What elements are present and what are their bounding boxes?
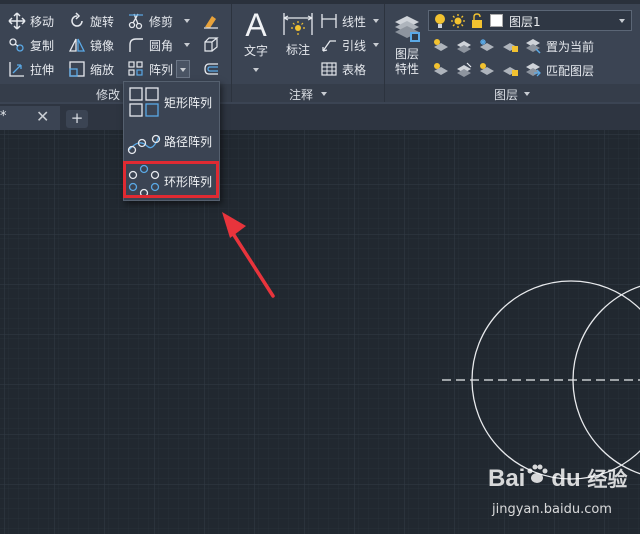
match-layer-button[interactable]: 匹配图层	[524, 59, 594, 81]
rotate-button[interactable]: 旋转	[68, 10, 114, 32]
unsaved-marker: *	[0, 109, 7, 124]
path-array-item[interactable]: 路径阵列	[124, 122, 219, 160]
layer-on-icon[interactable]	[432, 61, 450, 79]
layer-tools-row-2	[432, 61, 519, 79]
annotation-panel-title[interactable]: 注释	[289, 86, 313, 103]
array-dropdown-toggle[interactable]	[176, 60, 190, 78]
rotate-icon	[68, 12, 86, 30]
ribbon: 移动 旋转 修剪 复制 镜像 圆角 拉伸 缩放 阵列 修改 A 文字 标注 线性…	[0, 0, 640, 104]
layer-dropdown[interactable]: 图层1	[428, 10, 632, 31]
trim-scissors-icon	[127, 12, 145, 30]
close-tab-icon[interactable]: ✕	[36, 107, 49, 126]
stretch-icon	[8, 60, 26, 78]
set-current-layer-button[interactable]: 置为当前	[524, 35, 594, 57]
annotation-panel-caret[interactable]	[321, 92, 327, 96]
explode-button[interactable]	[202, 34, 224, 56]
linear-dropdown-caret[interactable]	[373, 19, 379, 23]
sun-freeze-icon	[450, 13, 466, 33]
layer-color-swatch	[490, 14, 503, 27]
current-layer-name: 图层1	[509, 15, 541, 29]
trim-button[interactable]: 修剪	[127, 10, 173, 32]
scale-icon	[68, 60, 86, 78]
watermark-url: jingyan.baidu.com	[492, 502, 612, 517]
autocad-window: 移动 旋转 修剪 复制 镜像 圆角 拉伸 缩放 阵列 修改 A 文字 标注 线性…	[0, 0, 640, 534]
light-bulb-icon	[433, 13, 447, 33]
offset-button[interactable]	[202, 58, 224, 80]
layer-thaw-icon[interactable]	[478, 61, 496, 79]
paw-icon	[525, 462, 551, 493]
layer-lock-icon[interactable]	[501, 37, 519, 55]
text-dropdown-caret	[253, 68, 259, 72]
path-array-icon	[127, 134, 161, 155]
layer-properties-button[interactable]: 图层 特性	[390, 10, 424, 77]
copy-button[interactable]: 复制	[8, 34, 54, 56]
layer-unlock-icon[interactable]	[501, 61, 519, 79]
move-icon	[8, 12, 26, 30]
layer-dropdown-caret	[619, 19, 625, 23]
leader-button[interactable]: 引线	[320, 34, 366, 56]
text-a-icon: A	[245, 7, 267, 43]
modify-panel-title[interactable]: 修改	[96, 86, 120, 103]
array-dropdown-caret	[180, 68, 186, 72]
array-button[interactable]: 阵列	[127, 58, 173, 80]
linear-dimension-button[interactable]: 线性	[320, 10, 366, 32]
match-layer-icon	[524, 61, 542, 79]
explode-cube-icon	[202, 36, 220, 54]
table-icon	[320, 60, 338, 78]
polar-array-highlight-box	[123, 161, 219, 198]
new-tab-button[interactable]: +	[66, 110, 88, 128]
layer-isolate-icon[interactable]	[455, 37, 473, 55]
dimension-button[interactable]: 标注	[280, 10, 316, 58]
mirror-icon	[68, 36, 86, 54]
set-current-layer-icon	[524, 37, 542, 55]
fillet-dropdown-caret[interactable]	[184, 43, 190, 47]
stretch-button[interactable]: 拉伸	[8, 58, 54, 80]
watermark-product: 经验	[587, 469, 628, 491]
table-button[interactable]: 表格	[320, 58, 366, 80]
layer-properties-icon	[395, 16, 420, 42]
dimension-icon	[283, 13, 313, 35]
erase-button[interactable]	[202, 10, 224, 32]
eraser-icon	[202, 12, 220, 30]
scale-button[interactable]: 缩放	[68, 58, 114, 80]
trim-dropdown-caret[interactable]	[184, 19, 190, 23]
layer-unisolate-icon[interactable]	[455, 61, 473, 79]
mirror-button[interactable]: 镜像	[68, 34, 114, 56]
rectangular-array-item[interactable]: 矩形阵列	[124, 83, 219, 121]
layers-panel-caret[interactable]	[524, 92, 530, 96]
ribbon-top-border	[0, 0, 640, 4]
unlock-icon	[470, 13, 484, 33]
offset-icon	[202, 60, 220, 78]
move-button[interactable]: 移动	[8, 10, 54, 32]
watermark-brand-2: du	[551, 465, 581, 492]
leader-dropdown-caret[interactable]	[373, 43, 379, 47]
layer-freeze-icon[interactable]	[478, 37, 496, 55]
layer-off-icon[interactable]	[432, 37, 450, 55]
annotation-arrow	[222, 212, 275, 298]
drawing-file-tab[interactable]	[0, 106, 60, 130]
rectangular-array-icon	[129, 87, 159, 117]
layers-panel-title[interactable]: 图层	[494, 86, 518, 103]
fillet-icon	[127, 36, 145, 54]
leader-icon	[320, 36, 338, 54]
layer-tools-row-1	[432, 37, 519, 55]
file-tab-strip	[0, 104, 640, 130]
array-grid-icon	[127, 60, 145, 78]
watermark-brand: Bai	[488, 465, 526, 492]
copy-icon	[8, 36, 26, 54]
baidu-jingyan-watermark: Bai du 经验 jingyan.baidu.com	[488, 462, 638, 528]
text-button[interactable]: A 文字	[238, 7, 274, 72]
fillet-button[interactable]: 圆角	[127, 34, 173, 56]
linear-dimension-icon	[320, 12, 338, 30]
